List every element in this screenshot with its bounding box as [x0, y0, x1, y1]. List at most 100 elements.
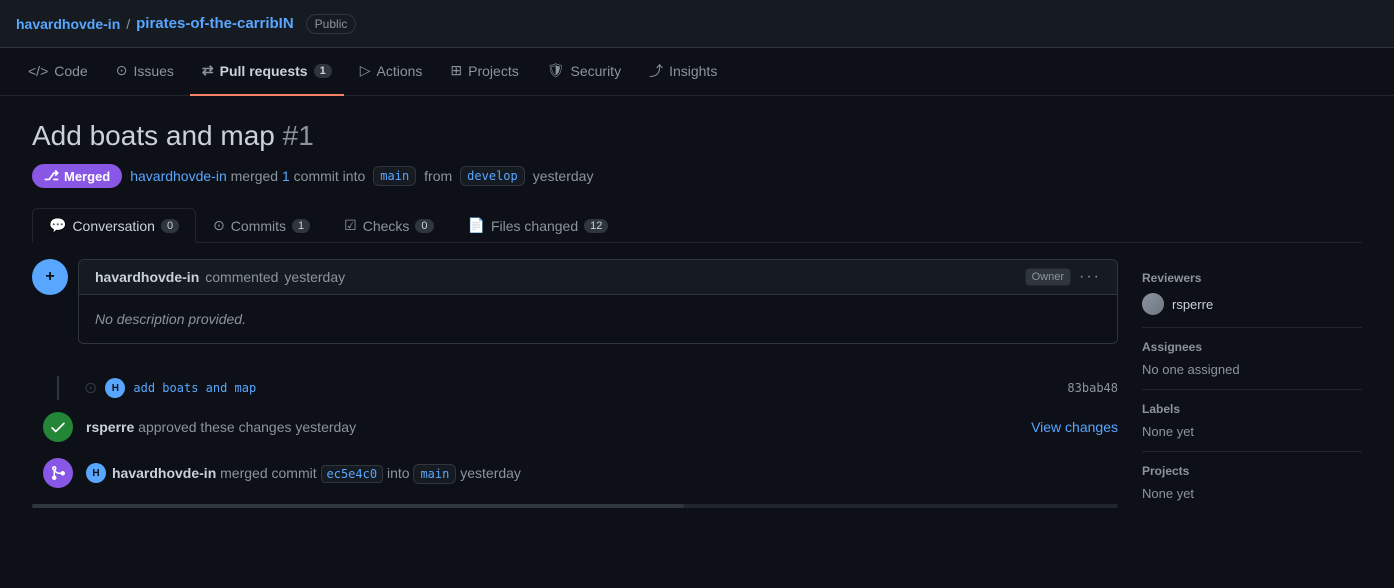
main-content: Add boats and map #1 ⎇ Merged havardhovd…: [0, 96, 1394, 537]
merged-branch-tag[interactable]: main: [413, 464, 456, 484]
nav-item-projects[interactable]: ⊞ Projects: [438, 48, 530, 96]
secondary-nav: </> Code ⊙ Issues ⇄ Pull requests 1 ▷ Ac…: [0, 48, 1394, 96]
merged-icon: [43, 458, 73, 488]
tab-checks-label: Checks: [363, 218, 410, 234]
sidebar-assignees-value: No one assigned: [1142, 362, 1362, 377]
comment-time: yesterday: [284, 269, 345, 285]
commit-branch-icon: ⊙: [84, 378, 97, 398]
tab-conversation-label: Conversation: [72, 218, 155, 234]
nav-label-issues: Issues: [133, 63, 173, 79]
nav-item-issues[interactable]: ⊙ Issues: [104, 48, 186, 96]
sidebar-labels-label: Labels: [1142, 402, 1362, 416]
approved-timeline-item: rsperre approved these changes yesterday…: [32, 412, 1118, 442]
sidebar-assignees-section: Assignees No one assigned: [1142, 328, 1362, 390]
nav-item-actions[interactable]: ▷ Actions: [348, 48, 435, 96]
repo-breadcrumb: havardhovde-in / pirates-of-the-carribIN…: [16, 14, 356, 34]
sidebar-assignees-label: Assignees: [1142, 340, 1362, 354]
commit-connector: [40, 376, 76, 400]
tab-files-changed[interactable]: 📄 Files changed 12: [451, 208, 626, 242]
pr-tabs: 💬 Conversation 0 ⊙ Commits 1 ☑ Checks 0 …: [32, 208, 1362, 243]
merged-avatar-container: [40, 458, 76, 488]
nav-label-insights: Insights: [669, 63, 717, 79]
sidebar-projects-value: None yet: [1142, 486, 1362, 501]
nav-item-pull-requests[interactable]: ⇄ Pull requests 1: [190, 48, 344, 96]
nav-label-projects: Projects: [468, 63, 519, 79]
approved-text: rsperre approved these changes yesterday: [86, 419, 356, 435]
scroll-indicator: [32, 504, 1118, 508]
nav-item-insights[interactable]: ⤴ Insights: [637, 48, 729, 96]
commit-author-avatar: H: [105, 378, 125, 398]
sidebar-labels-section: Labels None yet: [1142, 390, 1362, 452]
sidebar-projects-section: Projects None yet: [1142, 452, 1362, 513]
merge-icon: ⎇: [44, 168, 59, 184]
conversation-badge: 0: [161, 219, 179, 233]
comment-header-left: havardhovde-in commented yesterday: [95, 269, 345, 285]
pr-title: Add boats and map #1: [32, 120, 1362, 152]
commits-icon: ⊙: [213, 217, 225, 234]
merged-author-avatar: H: [86, 463, 106, 483]
sidebar-projects-label: Projects: [1142, 464, 1362, 478]
commit-timeline-item: ⊙ H add boats and map 83bab48: [32, 376, 1118, 400]
comment-action: commented: [205, 269, 278, 285]
reviewer-avatar: [1142, 293, 1164, 315]
comment-header-right: Owner ···: [1025, 268, 1101, 286]
tab-checks[interactable]: ☑ Checks 0: [327, 208, 450, 242]
nav-item-code[interactable]: </> Code: [16, 48, 100, 96]
tab-files-changed-label: Files changed: [491, 218, 578, 234]
issues-icon: ⊙: [116, 62, 128, 79]
comment-body-text: No description provided.: [95, 311, 246, 327]
approved-action: approved these changes: [138, 419, 291, 435]
comment-author-name[interactable]: havardhovde-in: [95, 269, 199, 285]
nav-label-security: Security: [571, 63, 622, 79]
repo-name[interactable]: pirates-of-the-carribIN: [136, 15, 294, 32]
base-branch-tag[interactable]: main: [373, 166, 416, 186]
nav-label-code: Code: [54, 63, 87, 79]
nav-item-security[interactable]: 🛡 Security: [535, 48, 633, 96]
top-nav: havardhovde-in / pirates-of-the-carribIN…: [0, 0, 1394, 48]
merged-timeline-item: H havardhovde-in merged commit ec5e4c0 i…: [32, 458, 1118, 488]
commit-message[interactable]: add boats and map: [133, 381, 256, 395]
scroll-thumb: [32, 504, 684, 508]
approved-user[interactable]: rsperre: [86, 419, 134, 435]
sidebar-reviewers-label: Reviewers: [1142, 271, 1362, 285]
pull-requests-icon: ⇄: [202, 62, 214, 79]
repo-owner[interactable]: havardhovde-in: [16, 16, 120, 32]
approved-avatar: [43, 412, 73, 442]
comment-card: havardhovde-in commented yesterday Owner…: [78, 259, 1118, 344]
merged-text: havardhovde-in merged commit ec5e4c0 int…: [112, 465, 521, 481]
tab-conversation[interactable]: 💬 Conversation 0: [32, 208, 196, 243]
code-icon: </>: [28, 63, 48, 79]
tab-commits[interactable]: ⊙ Commits 1: [196, 208, 327, 242]
approved-time: yesterday: [295, 419, 356, 435]
merged-entry-content: H havardhovde-in merged commit ec5e4c0 i…: [86, 463, 1118, 483]
nav-label-actions: Actions: [376, 63, 422, 79]
more-options-button[interactable]: ···: [1079, 268, 1101, 286]
reviewer-name[interactable]: rsperre: [1172, 297, 1213, 312]
pr-meta: ⎇ Merged havardhovde-in merged 1 commit …: [32, 164, 1362, 188]
merged-badge: ⎇ Merged: [32, 164, 122, 188]
checks-badge: 0: [415, 219, 433, 233]
commit-entry-row: ⊙ H add boats and map 83bab48: [84, 378, 1118, 398]
insights-icon: ⤴: [649, 61, 663, 81]
comment-header: havardhovde-in commented yesterday Owner…: [79, 260, 1117, 295]
reviewer-avatar-img: [1142, 293, 1164, 315]
visibility-badge: Public: [306, 14, 357, 34]
pr-meta-author: havardhovde-in merged 1 commit into: [130, 168, 365, 184]
sidebar-reviewers-section: Reviewers rsperre: [1142, 259, 1362, 328]
pr-author-link[interactable]: havardhovde-in: [130, 168, 227, 184]
conversation-icon: 💬: [49, 217, 66, 234]
view-changes-link[interactable]: View changes: [1031, 419, 1118, 435]
merged-user-link[interactable]: havardhovde-in: [112, 465, 216, 481]
files-changed-badge: 12: [584, 219, 608, 233]
commit-sha[interactable]: 83bab48: [1067, 381, 1118, 395]
pull-requests-badge: 1: [314, 64, 332, 78]
merged-label: Merged: [64, 169, 110, 184]
repo-slash: /: [126, 16, 130, 32]
comment-timeline-item: + havardhovde-in commented yesterday Own…: [32, 259, 1118, 360]
pr-sidebar: Reviewers rsperre Assignees No one assig…: [1142, 259, 1362, 513]
comment-author-avatar: +: [32, 259, 68, 295]
actions-icon: ▷: [360, 62, 371, 79]
comment-body: No description provided.: [79, 295, 1117, 343]
merged-commit-sha[interactable]: ec5e4c0: [321, 465, 384, 483]
head-branch-tag[interactable]: develop: [460, 166, 525, 186]
